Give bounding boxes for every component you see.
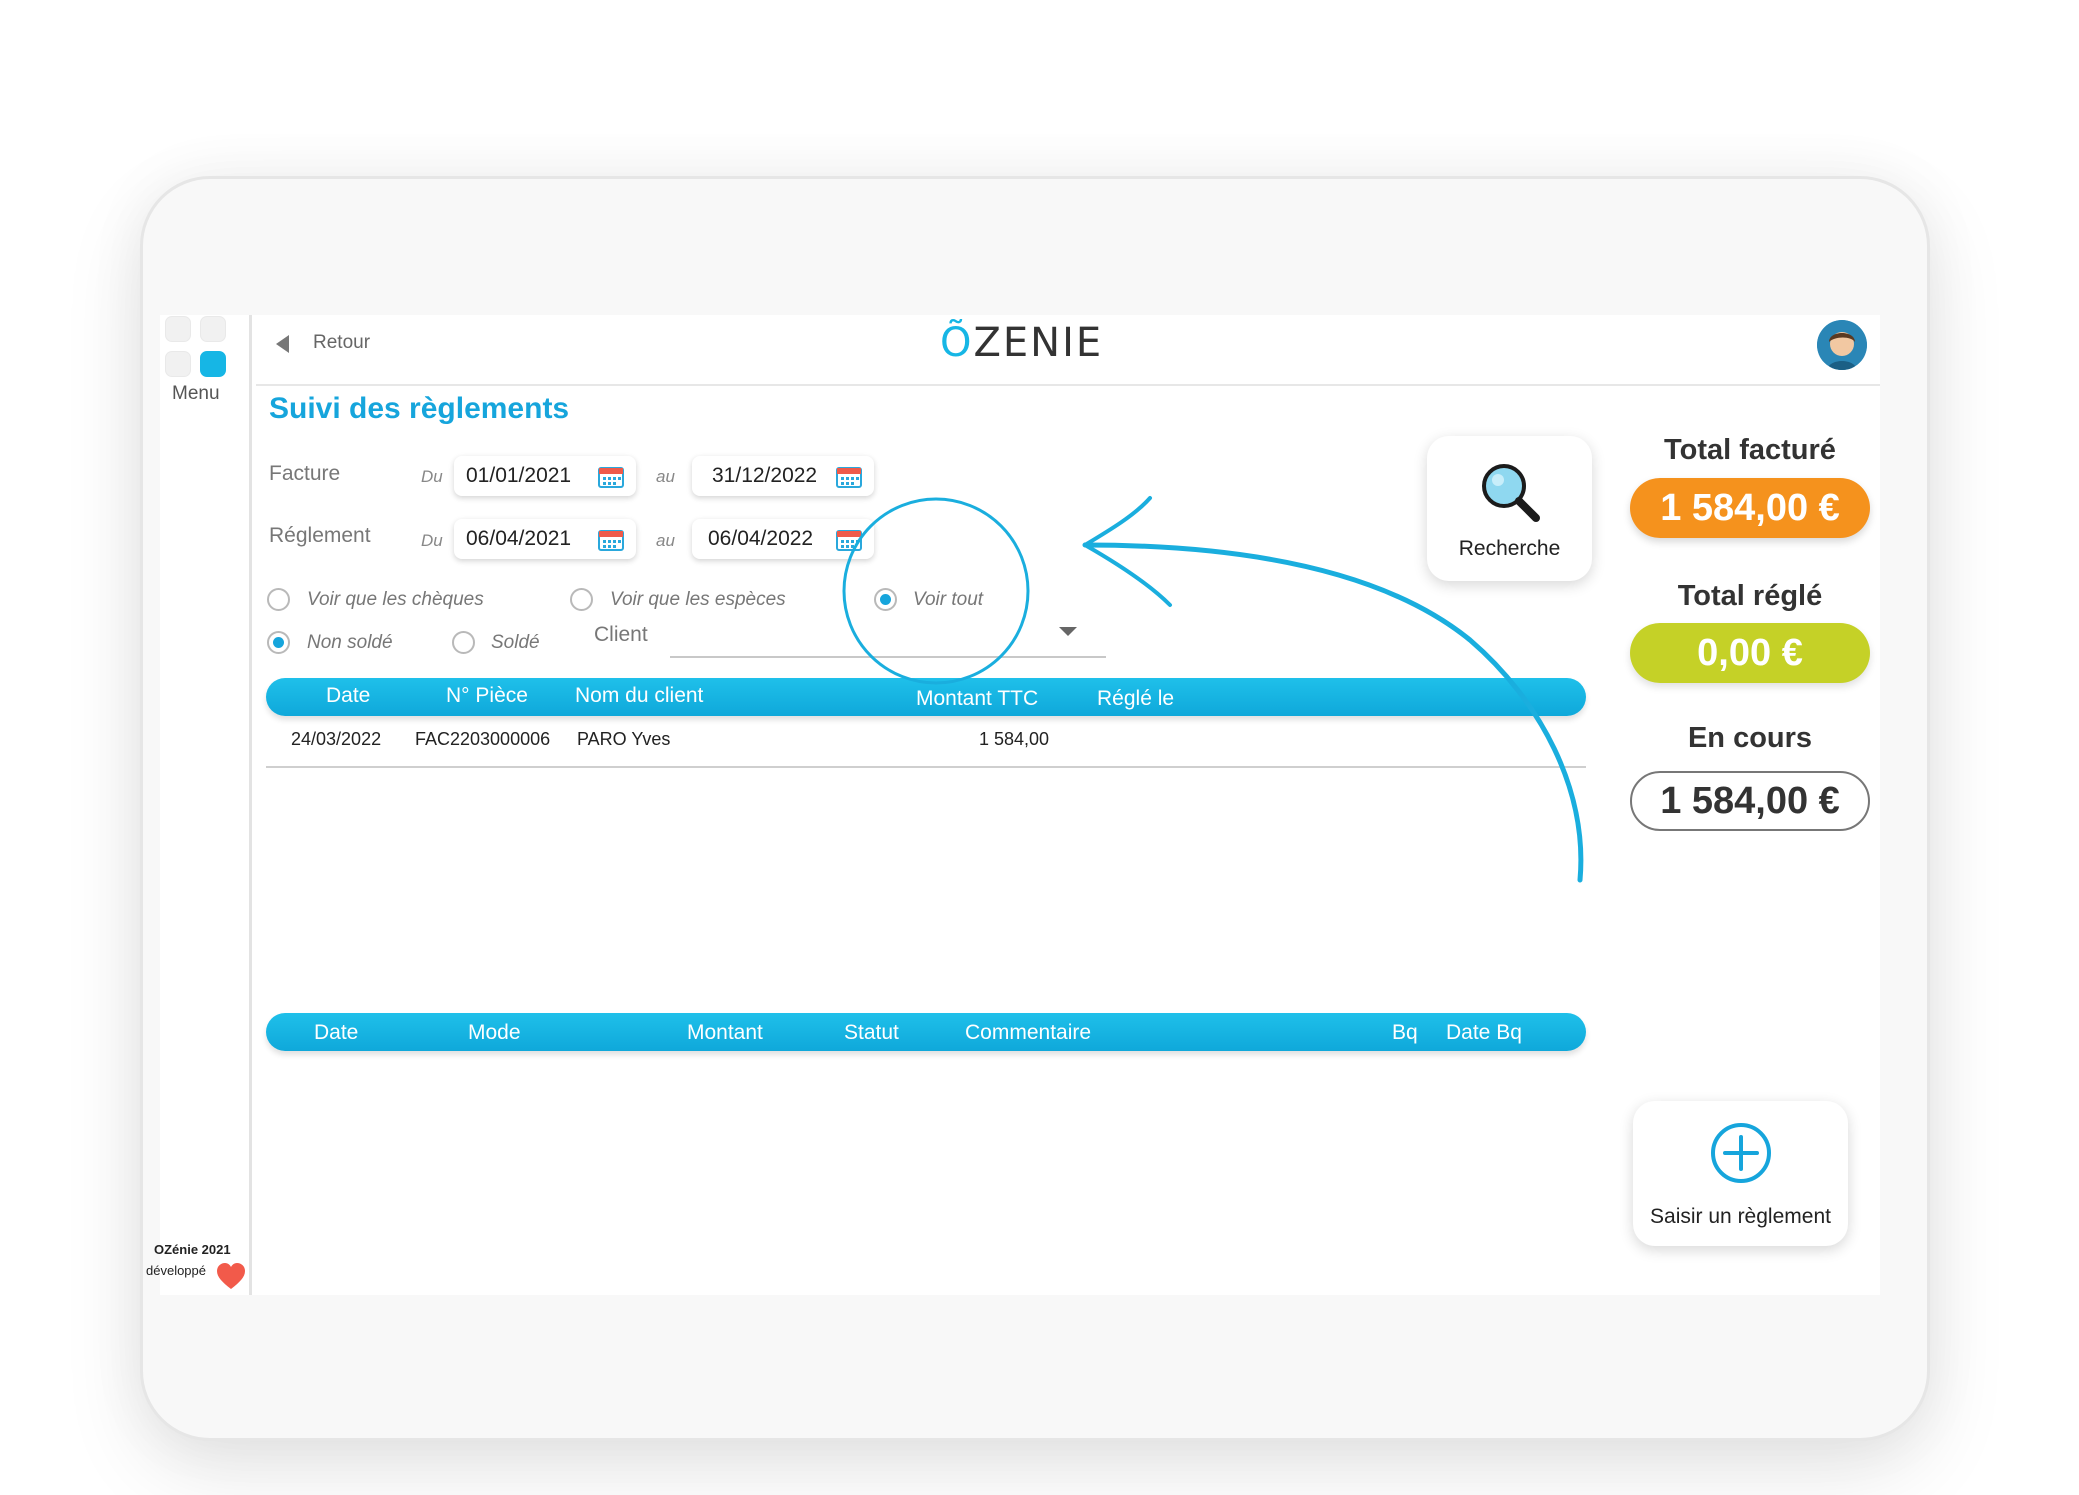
facture-from-date[interactable]: 01/01/2021 [454, 456, 636, 496]
radio-voir-tout-label: Voir tout [913, 589, 984, 610]
col-montant[interactable]: Montant TTC [916, 687, 1038, 711]
menu-dot-active [200, 351, 226, 377]
radio-especes-label: Voir que les espèces [610, 589, 786, 610]
total-facture-label: Total facturé [1664, 434, 1836, 466]
heart-icon [217, 1263, 245, 1289]
app-screen [160, 315, 1880, 1295]
row-montant: 1 584,00 [979, 729, 1050, 749]
radio-non-solde[interactable] [267, 631, 290, 654]
footer-brand: OZénie 2021 [154, 1242, 231, 1257]
radio-especes[interactable] [570, 588, 593, 611]
search-button-label: Recherche [1458, 537, 1561, 560]
client-select[interactable] [670, 656, 1106, 658]
menu-dot [200, 316, 226, 342]
row-piece: FAC2203000006 [415, 729, 551, 749]
plus-circle-icon [1711, 1123, 1771, 1183]
reglement-label: Réglement [269, 524, 371, 547]
user-avatar[interactable] [1817, 320, 1867, 370]
calendar-icon[interactable] [598, 527, 624, 551]
facture-label: Facture [269, 462, 341, 485]
facture-to-value: 31/12/2022 [712, 464, 818, 487]
invoices-table-header: Date N° Pièce Nom du client Montant TTC … [266, 678, 1586, 716]
radio-cheques-label: Voir que les chèques [307, 589, 484, 610]
reglement-to-value: 06/04/2022 [708, 527, 814, 550]
search-icon [1482, 464, 1540, 522]
total-regle-label: Total réglé [1677, 580, 1823, 612]
reglement-au-label: au [656, 531, 675, 550]
col-date[interactable]: Date [326, 684, 370, 708]
total-regle-value: 0,00 € [1630, 623, 1870, 683]
col-pay-montant[interactable]: Montant [687, 1021, 763, 1045]
radio-solde-label: Soldé [491, 632, 540, 653]
footer-developed: développé [146, 1263, 206, 1278]
facture-au-label: au [656, 467, 675, 486]
col-pay-date[interactable]: Date [314, 1021, 358, 1045]
radio-cheques[interactable] [267, 588, 290, 611]
row-date: 24/03/2022 [291, 729, 382, 749]
col-pay-date-bq[interactable]: Date Bq [1446, 1021, 1522, 1045]
row-divider [266, 766, 1586, 768]
header-divider [256, 384, 1880, 386]
search-button[interactable]: Recherche [1427, 436, 1592, 581]
add-payment-button[interactable]: Saisir un règlement [1633, 1101, 1848, 1246]
back-arrow-icon[interactable] [276, 335, 289, 353]
facture-du-label: Du [421, 467, 443, 486]
add-payment-label: Saisir un règlement [1650, 1205, 1831, 1228]
client-label: Client [594, 623, 648, 646]
menu-dot [165, 351, 191, 377]
calendar-icon[interactable] [598, 464, 624, 488]
facture-to-date[interactable]: 31/12/2022 [692, 456, 874, 496]
user-avatar-icon [1817, 320, 1867, 370]
reglement-from-value: 06/04/2021 [466, 527, 572, 550]
col-client[interactable]: Nom du client [575, 684, 703, 708]
brand-logo: ÕZENIE [940, 320, 1104, 366]
row-client: PARO Yves [577, 729, 671, 749]
col-pay-commentaire[interactable]: Commentaire [965, 1021, 1091, 1045]
radio-non-solde-label: Non soldé [307, 632, 393, 653]
app-stage: Menu OZénie 2021 développé Retour ÕZENIE… [0, 0, 2079, 1495]
col-regle[interactable]: Réglé le [1097, 687, 1174, 711]
reglement-from-date[interactable]: 06/04/2021 [454, 519, 636, 559]
en-cours-value: 1 584,00 € [1630, 771, 1870, 831]
page-title: Suivi des règlements [269, 392, 570, 425]
reglement-du-label: Du [421, 531, 443, 550]
reglement-to-date[interactable]: 06/04/2022 [692, 519, 874, 559]
col-pay-bq[interactable]: Bq [1392, 1021, 1418, 1045]
calendar-icon[interactable] [836, 527, 862, 551]
back-link[interactable]: Retour [313, 332, 370, 354]
radio-voir-tout[interactable] [874, 588, 897, 611]
col-piece[interactable]: N° Pièce [446, 684, 528, 708]
menu-dot [165, 316, 191, 342]
col-pay-mode[interactable]: Mode [468, 1021, 521, 1045]
menu-label: Menu [172, 383, 220, 404]
en-cours-label: En cours [1687, 722, 1813, 754]
payments-table-header: Date Mode Montant Statut Commentaire Bq … [266, 1013, 1586, 1051]
facture-from-value: 01/01/2021 [466, 464, 572, 487]
chevron-down-icon[interactable] [1059, 627, 1077, 636]
left-rail [160, 315, 252, 1295]
col-pay-statut[interactable]: Statut [844, 1021, 899, 1045]
radio-solde[interactable] [452, 631, 475, 654]
total-facture-value: 1 584,00 € [1630, 478, 1870, 538]
calendar-icon[interactable] [836, 464, 862, 488]
